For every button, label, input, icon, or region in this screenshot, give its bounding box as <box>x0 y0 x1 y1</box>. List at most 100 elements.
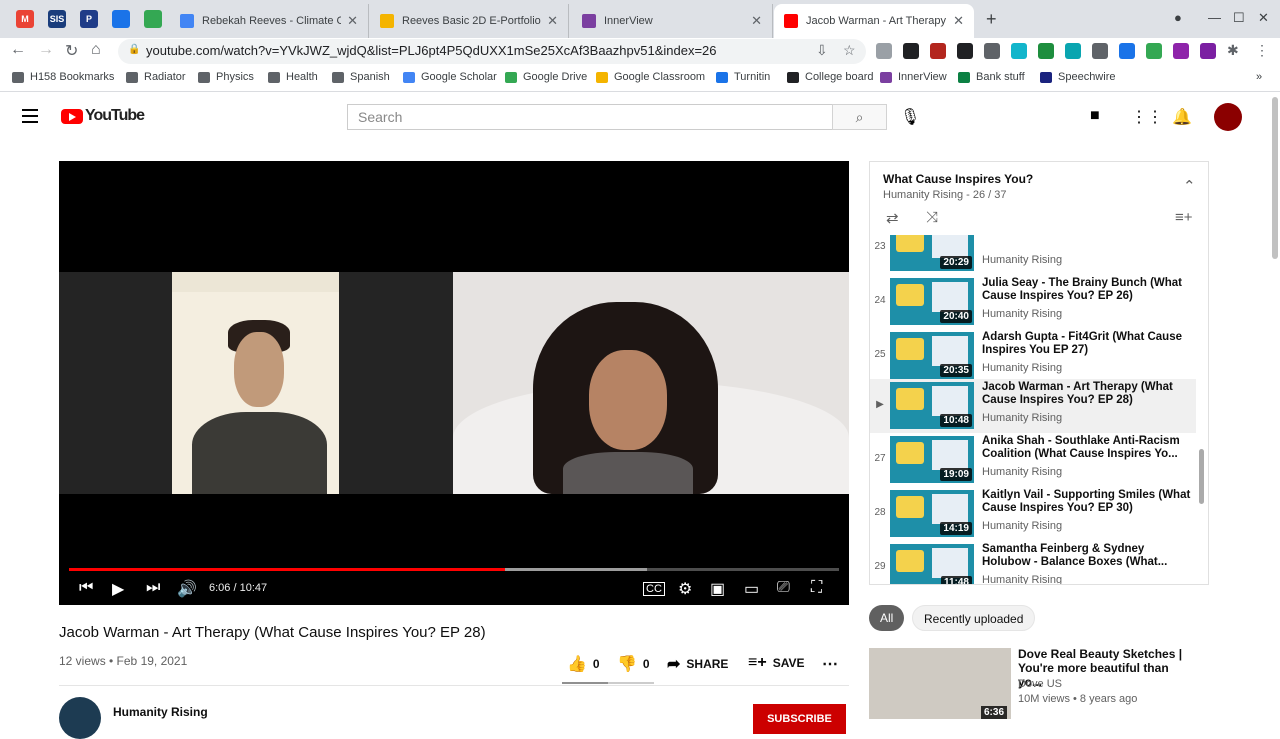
install-icon[interactable]: ⇩ <box>816 42 828 59</box>
browser-menu-icon[interactable]: ⋮ <box>1255 42 1269 59</box>
fullscreen-icon[interactable]: ⛶ <box>811 579 822 597</box>
theater-mode-icon[interactable]: ▭ <box>744 579 759 599</box>
save-button[interactable]: ≡+ SAVE <box>748 654 804 672</box>
channel-name[interactable]: Humanity Rising <box>113 705 208 719</box>
new-tab-button[interactable]: + <box>986 9 997 30</box>
extension-icon[interactable] <box>903 43 919 59</box>
video-player[interactable]: ⏮ ▶ ⏭ 🔊 6:06 / 10:47 CC ⚙ ▣ ▭ ⎚ ⛶ <box>59 161 849 605</box>
channel-avatar[interactable] <box>59 697 101 739</box>
playlist-item-thumbnail[interactable]: 20:29 <box>890 235 974 271</box>
extension-icon[interactable] <box>1038 43 1054 59</box>
dislike-button[interactable]: 👎 0 <box>617 654 650 674</box>
user-avatar[interactable] <box>1214 103 1242 131</box>
extension-icon[interactable] <box>984 43 1000 59</box>
recommendation-thumbnail[interactable]: 6:36 <box>869 648 1011 719</box>
extension-icon[interactable] <box>1200 43 1216 59</box>
playlist-item-thumbnail[interactable]: 14:19 <box>890 490 974 537</box>
collapse-chevron-icon[interactable]: ⌃ <box>1183 177 1196 195</box>
play-icon[interactable]: ▶ <box>112 579 124 599</box>
browser-tab[interactable]: Rebekah Reeves - Climate Chang ✕ <box>170 4 369 38</box>
youtube-logo[interactable]: YouTube <box>61 107 145 125</box>
tab-close-icon[interactable]: ✕ <box>953 13 964 29</box>
extension-icon[interactable] <box>1065 43 1081 59</box>
chip-recently-uploaded[interactable]: Recently uploaded <box>912 605 1036 631</box>
playlist-item-thumbnail[interactable]: 10:48 <box>890 382 974 429</box>
maximize-icon[interactable]: ☐ <box>1233 10 1245 26</box>
menu-icon[interactable] <box>22 109 38 127</box>
gmail-icon[interactable]: M <box>16 10 34 28</box>
playlist-item[interactable]: 25 20:35 Adarsh Gupta - Fit4Grit (What Cau… <box>870 329 1196 383</box>
extension-icon[interactable] <box>1011 43 1027 59</box>
playlist-item[interactable]: 28 14:19 Kaitlyn Vail - Supporting Smiles … <box>870 487 1196 541</box>
extension-icon[interactable] <box>1119 43 1135 59</box>
extension-icon[interactable] <box>1092 43 1108 59</box>
share-button[interactable]: ➦ SHARE <box>667 654 728 674</box>
bookmark-item[interactable]: Google Classroom <box>596 71 705 83</box>
playlist-item[interactable]: 23 20:29 (What Cause Inspires You? EP 25) H… <box>870 235 1196 275</box>
playlist-add-icon[interactable]: ≡+ <box>1175 209 1193 226</box>
playlist-item-thumbnail[interactable]: 19:09 <box>890 436 974 483</box>
playlist-item[interactable]: 24 20:40 Julia Seay - The Brainy Bunch (Wh… <box>870 275 1196 329</box>
like-button[interactable]: 👍 0 <box>567 654 600 674</box>
extension-icon[interactable] <box>876 43 892 59</box>
url-bar[interactable]: 🔒 youtube.com/watch?v=YVkJWZ_wjdQ&list=P… <box>118 39 866 64</box>
browser-tab[interactable]: InnerView ✕ <box>572 4 773 38</box>
bookmark-item[interactable]: Bank stuff <box>958 71 1025 83</box>
playlist-item[interactable]: 27 19:09 Anika Shah - Southlake Anti-Racis… <box>870 433 1196 487</box>
playlist-scrollbar[interactable] <box>1199 449 1204 504</box>
next-icon[interactable]: ⏭ <box>146 579 160 597</box>
notifications-bell-icon[interactable]: 🔔 <box>1172 107 1192 127</box>
previous-icon[interactable]: ⏮ <box>79 579 93 597</box>
playlist-item-thumbnail[interactable]: 20:40 <box>890 278 974 325</box>
progress-bar[interactable] <box>69 568 839 571</box>
volume-icon[interactable]: 🔊 <box>177 579 197 599</box>
bookmark-item[interactable]: InnerView <box>880 71 947 83</box>
apps-grid-icon[interactable]: ⋮⋮ <box>1131 107 1163 127</box>
bookmark-item[interactable]: College board <box>787 71 874 83</box>
playlist-item-current[interactable]: ▶ 10:48 Jacob Warman - Art Therapy (What C… <box>870 379 1196 433</box>
shuffle-icon[interactable]: ⤨ <box>926 209 938 226</box>
drive-icon[interactable] <box>144 10 162 28</box>
search-input[interactable]: Search <box>347 104 833 130</box>
back-icon[interactable]: ← <box>10 41 26 59</box>
page-scrollbar-thumb[interactable] <box>1272 97 1278 259</box>
bookmark-item[interactable]: Spanish <box>332 71 390 83</box>
chip-all[interactable]: All <box>869 605 905 631</box>
p-icon[interactable]: P <box>80 10 98 28</box>
extension-icon[interactable] <box>930 43 946 59</box>
playlist-item-thumbnail[interactable]: 20:35 <box>890 332 974 379</box>
extension-icon[interactable] <box>1173 43 1189 59</box>
page-scrollbar[interactable] <box>1270 93 1280 719</box>
tab-close-icon[interactable]: ✕ <box>547 13 558 29</box>
loop-icon[interactable]: ⇄ <box>886 209 899 227</box>
minimize-icon[interactable]: — <box>1208 10 1221 25</box>
cast-icon[interactable]: ⎚ <box>777 579 790 597</box>
tab-close-icon[interactable]: ✕ <box>347 13 358 29</box>
browser-tab[interactable]: Reeves Basic 2D E-Portfolio S2 2 ✕ <box>370 4 569 38</box>
bookmark-item[interactable]: Speechwire <box>1040 71 1115 83</box>
bookmarks-overflow[interactable]: » <box>1256 71 1262 83</box>
tab-search-icon[interactable]: ● <box>1174 10 1182 25</box>
more-actions-icon[interactable]: ⋯ <box>822 654 838 674</box>
playlist-item-thumbnail[interactable]: 11:48 <box>890 544 974 584</box>
extension-icon[interactable] <box>957 43 973 59</box>
contacts-icon[interactable] <box>112 10 130 28</box>
search-button[interactable]: ⌕ <box>832 104 887 130</box>
browser-tab[interactable]: Jacob Warman - Art Therapy (W ✕ <box>774 4 974 38</box>
close-window-icon[interactable]: ✕ <box>1258 10 1269 26</box>
reload-icon[interactable]: ↻ <box>65 41 78 61</box>
bookmark-item[interactable]: Turnitin <box>716 71 770 83</box>
home-icon[interactable]: ⌂ <box>91 41 101 59</box>
sis-icon[interactable]: SIS <box>48 10 66 28</box>
subscribe-button[interactable]: SUBSCRIBE <box>753 704 846 734</box>
bookmark-item[interactable]: H158 Bookmarks <box>12 71 114 83</box>
bookmark-star-icon[interactable]: ☆ <box>843 42 856 59</box>
playlist-title[interactable]: What Cause Inspires You? <box>883 172 1033 186</box>
bookmark-item[interactable]: Google Drive <box>505 71 587 83</box>
bookmark-item[interactable]: Physics <box>198 71 254 83</box>
bookmark-item[interactable]: Health <box>268 71 318 83</box>
forward-icon[interactable]: → <box>38 41 54 59</box>
recommendation-channel[interactable]: Dove US <box>1018 678 1062 690</box>
miniplayer-icon[interactable]: ▣ <box>710 579 725 599</box>
captions-icon[interactable]: CC <box>643 582 665 596</box>
